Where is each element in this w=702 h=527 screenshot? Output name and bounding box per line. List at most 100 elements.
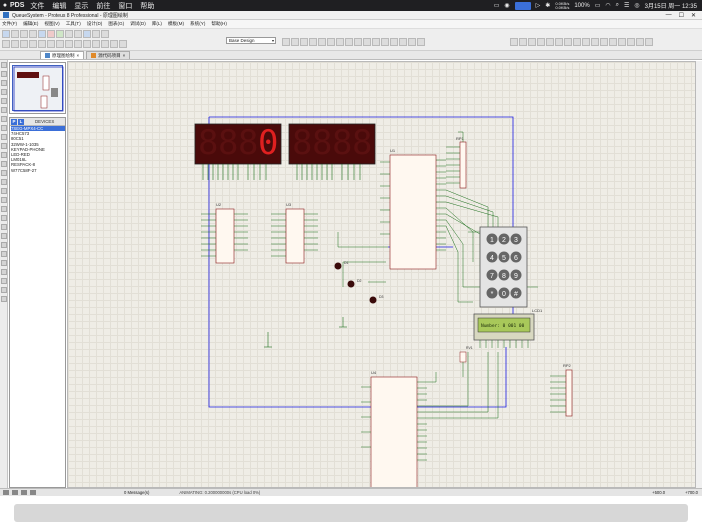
led-d2[interactable]: D2 xyxy=(347,279,362,288)
copy-icon[interactable] xyxy=(110,40,118,48)
menubar-view[interactable]: 显示 xyxy=(74,1,88,11)
pick-device-button[interactable]: P xyxy=(11,118,17,125)
menubar-window[interactable]: 窗口 xyxy=(118,1,132,11)
library-button[interactable]: L xyxy=(18,118,24,125)
electrical-check-icon[interactable] xyxy=(528,38,536,46)
voltage-probe-icon[interactable] xyxy=(591,38,599,46)
menu-tools[interactable]: 工具(T) xyxy=(66,21,81,27)
marker-icon[interactable] xyxy=(1,260,7,266)
pin-icon[interactable] xyxy=(1,134,7,140)
exit-parent-icon[interactable] xyxy=(399,38,407,46)
virtual-instrument-icon[interactable] xyxy=(1,188,7,194)
new-sheet-icon[interactable] xyxy=(381,38,389,46)
zoom-in-icon[interactable] xyxy=(47,40,55,48)
property-tool-icon[interactable] xyxy=(372,38,380,46)
bus-icon[interactable] xyxy=(1,107,7,113)
line-icon[interactable] xyxy=(1,197,7,203)
menubar-datetime[interactable]: 3月15日 周一 12:35 xyxy=(645,1,697,10)
cut-icon[interactable] xyxy=(101,40,109,48)
search-icon[interactable]: ⌕ xyxy=(616,2,619,9)
text-icon[interactable] xyxy=(1,242,7,248)
text-script-icon[interactable] xyxy=(1,98,7,104)
bom-icon[interactable] xyxy=(83,30,91,38)
component-mode-icon[interactable] xyxy=(1,71,7,77)
display-icon[interactable]: ▭ xyxy=(494,2,500,9)
wire-label-icon[interactable] xyxy=(1,89,7,95)
expand-icon[interactable] xyxy=(645,38,653,46)
generator-icon[interactable] xyxy=(582,38,590,46)
step-icon[interactable] xyxy=(12,490,18,495)
open-folder-icon[interactable] xyxy=(11,30,19,38)
menu-template[interactable]: 模板(M) xyxy=(168,21,184,27)
design-rule-icon[interactable] xyxy=(417,38,425,46)
menubar-go[interactable]: 前往 xyxy=(96,1,110,11)
origin-icon[interactable] xyxy=(20,40,28,48)
pan-icon[interactable] xyxy=(38,40,46,48)
gerber-icon[interactable] xyxy=(74,30,82,38)
path-icon[interactable] xyxy=(1,233,7,239)
device-item[interactable]: W77C58F-27 xyxy=(11,168,65,173)
menu-library[interactable]: 库(L) xyxy=(152,21,162,27)
probe-icon[interactable] xyxy=(564,38,572,46)
subcircuit-icon[interactable] xyxy=(1,116,7,122)
menu-debug[interactable]: 调试(D) xyxy=(130,21,146,27)
junction-dot-icon[interactable] xyxy=(1,80,7,86)
bom-report-icon[interactable] xyxy=(519,38,527,46)
media-icon[interactable]: ▷ xyxy=(536,2,541,9)
tab-close-icon[interactable]: × xyxy=(123,52,126,59)
battery-icon[interactable]: ▭ xyxy=(595,2,601,9)
menubar-help[interactable]: 帮助 xyxy=(140,1,154,11)
decompose-icon[interactable] xyxy=(345,38,353,46)
graph-mode-icon[interactable] xyxy=(1,143,7,149)
led-d1[interactable]: D1 xyxy=(334,261,349,270)
menubar-edit[interactable]: 编辑 xyxy=(52,1,66,11)
save-icon[interactable] xyxy=(20,30,28,38)
zoom-all-icon[interactable] xyxy=(65,40,73,48)
netlist-pcb-icon[interactable] xyxy=(537,38,545,46)
tab-schematic[interactable]: 原理图绘制 × xyxy=(40,51,85,59)
paste-icon[interactable] xyxy=(119,40,127,48)
schematic-canvas[interactable]: 8 8 8 0 8 8 8 8 U2 U3 U1 D1 D2 D3 RP1 1 … xyxy=(67,61,696,488)
seven-seg-display-left[interactable]: 8 8 8 0 xyxy=(194,123,282,165)
packaging-icon[interactable] xyxy=(336,38,344,46)
tab-close-icon[interactable]: × xyxy=(77,52,80,59)
schematic-icon[interactable] xyxy=(47,30,55,38)
zoom-out-icon[interactable] xyxy=(56,40,64,48)
block-move-icon[interactable] xyxy=(291,38,299,46)
cross-icon[interactable] xyxy=(29,40,37,48)
remove-sheet-icon[interactable] xyxy=(390,38,398,46)
message-count[interactable]: 0 Message(s) xyxy=(124,490,149,495)
chip-u1-mcu[interactable]: U1 xyxy=(380,148,446,270)
tape-icon[interactable] xyxy=(573,38,581,46)
generator-mode-icon[interactable] xyxy=(1,161,7,167)
graph-icon[interactable] xyxy=(555,38,563,46)
menu-edit[interactable]: 编辑(E) xyxy=(23,21,38,27)
status-icon[interactable]: ◉ xyxy=(504,2,509,9)
3d-view-icon[interactable] xyxy=(65,30,73,38)
tape-recorder-icon[interactable] xyxy=(1,152,7,158)
make-device-icon[interactable] xyxy=(327,38,335,46)
help-icon[interactable] xyxy=(101,30,109,38)
redo-icon[interactable] xyxy=(92,40,100,48)
close-project-icon[interactable] xyxy=(29,30,37,38)
tab-source-code[interactable]: 源代码项目 × xyxy=(86,51,131,59)
mirror-y-icon[interactable] xyxy=(1,296,7,302)
input-method-icon[interactable] xyxy=(514,1,531,10)
arc-icon[interactable] xyxy=(1,224,7,230)
block-delete-icon[interactable] xyxy=(309,38,317,46)
menubar-app-name[interactable]: PDS xyxy=(10,2,24,9)
zoom-area-icon[interactable] xyxy=(74,40,82,48)
chip-u2[interactable]: U2 xyxy=(201,202,248,264)
annotate-icon[interactable] xyxy=(510,38,518,46)
chip-u4-mcu[interactable]: U4 xyxy=(361,370,437,488)
design-select[interactable]: Base Design ▾ xyxy=(226,37,276,44)
menu-view[interactable]: 视图(V) xyxy=(44,21,59,27)
rotate-ccw-icon[interactable] xyxy=(1,278,7,284)
lcd-lm016l[interactable]: LCD1 Number: 0 001 00 xyxy=(473,308,543,348)
respack-rp2[interactable]: RP2 xyxy=(550,363,573,417)
block-copy-icon[interactable] xyxy=(282,38,290,46)
chip-u3[interactable]: U3 xyxy=(271,202,318,264)
menubar-file[interactable]: 文件 xyxy=(30,1,44,11)
rv1-pot[interactable]: RV1 xyxy=(459,346,473,377)
bluetooth-icon[interactable]: ✱ xyxy=(545,2,550,9)
